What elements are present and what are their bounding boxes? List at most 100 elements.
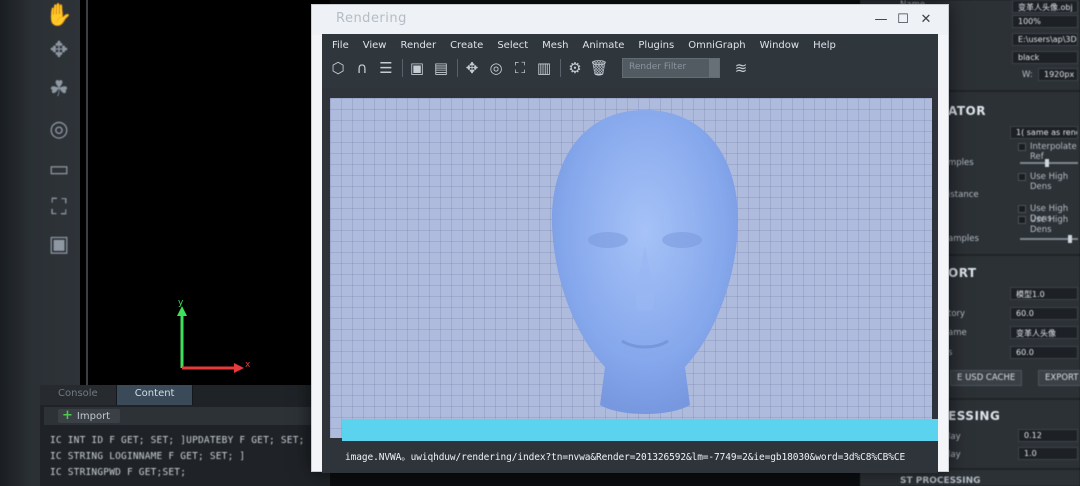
toolbar-separator	[560, 59, 561, 77]
prop-scale-value[interactable]: 100%	[1012, 15, 1078, 28]
menu-help[interactable]: Help	[813, 40, 836, 54]
cube-icon[interactable]: ⬡	[327, 57, 349, 79]
samples-slider-knob[interactable]	[1045, 159, 1049, 167]
menu-mesh[interactable]: Mesh	[542, 40, 568, 54]
use-high-checkbox-1[interactable]	[1018, 173, 1026, 181]
s-value[interactable]: 60.0	[1010, 346, 1078, 359]
layers-icon[interactable]: ≋	[730, 57, 752, 79]
console-toolbar: + Import	[44, 407, 326, 425]
render-filter-dropdown[interactable]: Render Filter	[622, 58, 720, 78]
accumulator-dropdown[interactable]: 1( same as render	[1010, 126, 1078, 139]
axis-gizmo-icon	[177, 306, 244, 373]
move-icon[interactable]: ✥	[461, 57, 483, 79]
accumulator-title: ATOR	[948, 104, 986, 118]
menu-render[interactable]: Render	[400, 40, 436, 54]
prop-name-value[interactable]: 变革人头像.obj	[1012, 0, 1078, 13]
samples-slider-knob-2[interactable]	[1068, 235, 1072, 243]
menu-plugins[interactable]: Plugins	[638, 40, 674, 54]
console-tabs: Console Content	[40, 385, 194, 405]
video-icon[interactable]: ▤	[430, 57, 452, 79]
hand-glyph: ✋	[45, 2, 73, 28]
crop-icon[interactable]: ⛶	[509, 57, 531, 79]
group-glyph: ☘	[49, 76, 69, 102]
menu-animate[interactable]: Animate	[583, 40, 625, 54]
use-high-label-1: Use High Dens	[1030, 172, 1069, 192]
render-toolbar: ⬡ ∩ ☰ ▣ ▤ ✥ ◎ ⛶ ▥ ⚙ 🗑 Render Filter ≋	[327, 56, 754, 80]
delay-value-1[interactable]: 0.12	[1018, 429, 1078, 442]
toolbar-separator	[457, 59, 458, 77]
distance-label: istance	[948, 190, 979, 200]
sliders-icon[interactable]: ☰	[375, 57, 397, 79]
move-icon[interactable]: ✥	[42, 35, 76, 65]
layer-icon[interactable]: ▭	[42, 154, 76, 184]
window-title: Rendering	[336, 11, 407, 26]
console-line: IC STRING LOGINNAME F GET; SET; ]	[50, 451, 246, 462]
maximize-icon[interactable]: ☐	[892, 11, 914, 29]
processing-title: ESSING	[948, 409, 1001, 423]
console-line: IC INT ID F GET; SET; ]UPDATEBY F GET; S…	[50, 435, 317, 446]
usd-cache-button[interactable]: E USD CACHE	[950, 370, 1023, 386]
menu-view[interactable]: View	[363, 40, 387, 54]
rendering-toolbar-area: File View Render Create Select Mesh Anim…	[322, 34, 938, 88]
export-name-value[interactable]: 变革人头像	[1010, 326, 1078, 339]
rendering-titlebar[interactable]: Rendering — ☐ ✕	[312, 5, 948, 35]
delay-value-2[interactable]: 1.0	[1018, 447, 1078, 460]
console-line: IC STRINGPWD F GET;SET;	[50, 467, 187, 478]
tab-content[interactable]: Content	[116, 385, 194, 405]
close-icon[interactable]: ✕	[915, 11, 937, 29]
camera-icon[interactable]: ▣	[406, 57, 428, 79]
toolbar-separator	[402, 59, 403, 77]
magnet-icon[interactable]: ∩	[351, 57, 373, 79]
samples-label-2: amples	[948, 234, 979, 244]
console-panel: Console Content + Import IC INT ID F GET…	[40, 385, 330, 486]
scene-viewport[interactable]: y x	[80, 0, 330, 385]
export-format-value[interactable]: 模型1.0	[1010, 287, 1078, 300]
tab-console[interactable]: Console	[40, 385, 117, 405]
move-glyph: ✥	[49, 37, 69, 63]
import-label: Import	[76, 410, 111, 422]
axis-y-label: y	[178, 298, 184, 308]
menu-create[interactable]: Create	[450, 40, 483, 54]
progress-bar	[342, 419, 938, 441]
use-high-checkbox-2[interactable]	[1018, 205, 1026, 213]
settings-icon[interactable]: ⚙	[564, 57, 586, 79]
trash-icon[interactable]: 🗑	[588, 57, 610, 79]
head-model	[551, 110, 739, 414]
menu-omnigraph[interactable]: OmniGraph	[688, 40, 745, 54]
film-icon[interactable]: ▥	[533, 57, 555, 79]
frame-icon[interactable]: ▣	[42, 229, 76, 259]
interpolate-label: Interpolate Ref	[1030, 142, 1077, 162]
menu-bar: File View Render Create Select Mesh Anim…	[332, 40, 850, 54]
use-high-label-3: Use High Dens	[1030, 215, 1069, 235]
console-output: IC INT ID F GET; SET; ]UPDATEBY F GET; S…	[50, 433, 316, 481]
prop-path-value[interactable]: E:\users\ap\3DFace	[1012, 33, 1078, 46]
prop-width-label: W:	[1022, 70, 1033, 80]
interpolate-checkbox[interactable]	[1018, 143, 1026, 151]
hand-icon[interactable]: ✋	[42, 0, 76, 30]
samples-slider[interactable]	[1020, 162, 1078, 164]
prop-width-value[interactable]: 1920px	[1038, 68, 1078, 81]
menu-select[interactable]: Select	[497, 40, 528, 54]
prop-color-value[interactable]: black	[1012, 51, 1078, 64]
menu-window[interactable]: Window	[760, 40, 799, 54]
dropdown-arrow-icon	[709, 59, 719, 77]
menu-file[interactable]: File	[332, 40, 349, 54]
history-value[interactable]: 60.0	[1010, 307, 1078, 320]
scale-icon[interactable]: ⛶	[42, 192, 76, 222]
use-high-checkbox-3[interactable]	[1018, 216, 1026, 224]
rotate-glyph: ◎	[49, 116, 69, 142]
target-icon[interactable]: ◎	[485, 57, 507, 79]
export-button[interactable]: EXPORT	[1038, 370, 1080, 386]
rotate-icon[interactable]: ◎	[42, 114, 76, 144]
status-url: image.NVWA。uwiqhduw/rendering/index?tn=n…	[345, 452, 906, 463]
scale-glyph: ⛶	[51, 194, 67, 220]
minimize-icon[interactable]: —	[870, 11, 892, 29]
post-processing-label: ST PROCESSING	[900, 476, 981, 486]
group-icon[interactable]: ☘	[42, 74, 76, 104]
samples-label: mples	[948, 158, 974, 168]
import-button[interactable]: + Import	[58, 408, 121, 423]
plus-icon: +	[62, 408, 73, 423]
history-label: tory	[948, 309, 966, 319]
axis-x-label: x	[245, 360, 251, 370]
render-filter-placeholder: Render Filter	[629, 62, 687, 72]
